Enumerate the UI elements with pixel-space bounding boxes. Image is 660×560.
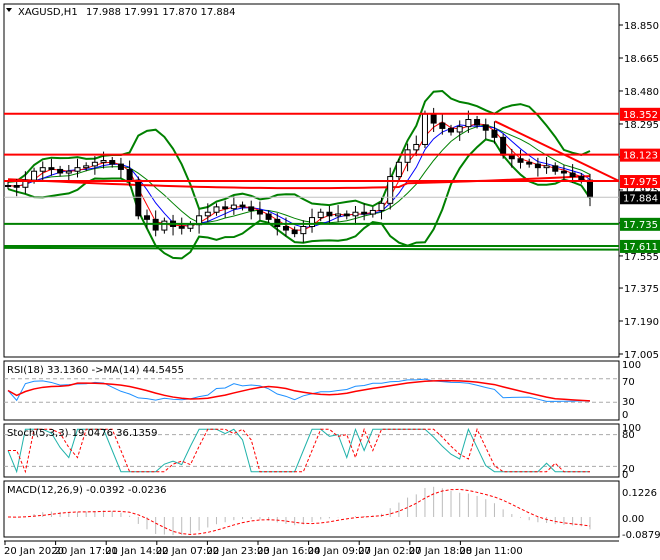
- candle-body: [369, 209, 376, 215]
- candle-body: [326, 211, 333, 217]
- level-label: 18.123: [623, 151, 658, 162]
- candle-body: [5, 184, 11, 187]
- candle-body: [500, 136, 507, 156]
- time-tick-label: 28 Jan 11:00: [459, 546, 522, 557]
- candle-body: [161, 220, 168, 231]
- candle-body: [534, 163, 541, 169]
- candle-body: [291, 229, 298, 235]
- candle-body: [421, 113, 428, 145]
- candle-body: [456, 126, 463, 133]
- price-tick-label: 18.480: [624, 87, 659, 98]
- candle-body: [404, 149, 411, 163]
- price-tick-label: 17.190: [624, 317, 659, 328]
- support-line-lower: [3, 246, 620, 251]
- macd-label: MACD(12,26,9) -0.0392 -0.0236: [7, 485, 167, 496]
- candle-body: [343, 213, 350, 217]
- candle-body: [265, 213, 272, 220]
- candle-body: [256, 209, 263, 215]
- candle-body: [135, 179, 142, 217]
- candle-body: [248, 206, 255, 211]
- level-label: 17.611: [623, 242, 658, 253]
- candle-body: [83, 165, 90, 169]
- price-tick-label: 18.850: [624, 21, 659, 32]
- chart-canvas[interactable]: XAGUSD,H1 17.988 17.991 17.870 17.884 18.8…: [0, 0, 660, 560]
- candle-body: [109, 160, 116, 165]
- candle-body: [31, 170, 38, 181]
- ohlc-values: 17.988 17.991 17.870 17.884: [86, 7, 236, 18]
- candle-body: [117, 163, 124, 170]
- indicator-tick-label: 30: [622, 397, 635, 408]
- price-tick-label: 18.665: [624, 54, 659, 65]
- candle-body: [395, 161, 402, 178]
- candle-body: [430, 113, 437, 124]
- candle-body: [187, 224, 194, 229]
- chart-window[interactable]: XAGUSD,H1 17.988 17.991 17.870 17.884 18.8…: [0, 0, 660, 560]
- candle-body: [569, 172, 576, 178]
- candle-body: [74, 167, 81, 172]
- candle-body: [361, 211, 368, 215]
- candle-body: [309, 217, 316, 228]
- candle-body: [282, 226, 289, 231]
- candle-body: [126, 168, 133, 181]
- candle-body: [317, 211, 324, 219]
- level-label: 17.735: [623, 220, 658, 231]
- price-tick-label: 18.295: [624, 120, 659, 131]
- indicator-tick-label: 80: [622, 430, 635, 441]
- price-tick-label: 17.375: [624, 284, 659, 295]
- candle-body: [65, 170, 72, 174]
- indicator-tick-label: 0: [622, 470, 628, 481]
- candle-body: [508, 154, 515, 160]
- indicator-tick-label: 0.00: [622, 514, 644, 525]
- candle-body: [578, 176, 585, 181]
- symbol-label: XAGUSD,H1: [18, 7, 78, 18]
- candle-body: [178, 226, 185, 229]
- candle-body: [448, 127, 455, 133]
- candle-body: [143, 215, 150, 220]
- rsi-line: [7, 378, 591, 402]
- candle-body: [204, 211, 211, 217]
- resistance-trendline: [494, 120, 620, 182]
- indicator-tick-label: 70: [622, 377, 635, 388]
- candle-body: [560, 170, 567, 174]
- candle-body: [517, 158, 524, 163]
- candle-body: [474, 119, 481, 126]
- candle-body: [543, 165, 550, 169]
- dropdown-triangle-icon: [6, 8, 12, 12]
- level-label: 18.352: [623, 110, 658, 121]
- indicator-tick-label: 100: [622, 360, 641, 371]
- candle-body: [48, 167, 55, 170]
- indicator-tick-label: -0.0879: [622, 530, 660, 541]
- level-label: 17.975: [623, 177, 658, 188]
- candle-body: [378, 202, 385, 211]
- indicator-tick-label: 0: [622, 410, 628, 421]
- candle-body: [552, 165, 559, 172]
- candle-body: [213, 206, 220, 213]
- candle-body: [587, 179, 593, 198]
- candle-body: [222, 206, 229, 210]
- current-price-label: 17.884: [623, 193, 658, 204]
- candle-body: [239, 204, 246, 208]
- candle-body: [352, 211, 359, 217]
- candle-body: [100, 160, 107, 163]
- candle-body: [526, 161, 533, 165]
- rsi-label: RSI(18) 33.1360 ->MA(14) 44.5455: [7, 365, 184, 376]
- candle-body: [491, 129, 498, 138]
- candle-body: [335, 213, 342, 217]
- price-tick-label: 17.555: [624, 252, 659, 263]
- candle-body: [413, 143, 420, 151]
- candle-body: [300, 226, 307, 235]
- stoch-label: Stoch(5,3,3) 19.0476 36.1359: [7, 428, 158, 439]
- candle-body: [13, 184, 20, 188]
- candle-body: [57, 168, 64, 174]
- candle-body: [439, 122, 446, 129]
- candle-body: [39, 167, 46, 172]
- indicator-tick-label: 0.1226: [622, 488, 657, 499]
- candle-body: [482, 124, 489, 131]
- candle-body: [91, 161, 98, 167]
- candle-body: [465, 119, 472, 128]
- candle-body: [230, 204, 237, 210]
